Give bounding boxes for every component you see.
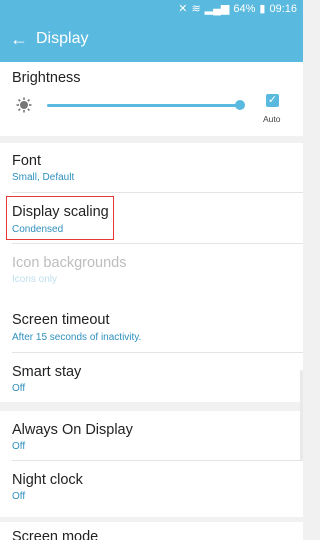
brightness-label: Brightness — [12, 70, 81, 86]
screen-mode-label: Screen mode — [12, 529, 99, 540]
smart-stay-label: Smart stay — [12, 364, 82, 380]
screen-timeout-label: Screen timeout — [12, 312, 110, 328]
divider — [12, 460, 303, 461]
smart-stay-sub: Off — [12, 383, 26, 394]
smart-stay-row[interactable]: Smart stay Off — [0, 354, 303, 402]
font-label: Font — [12, 153, 42, 169]
always-on-display-label: Always On Display — [12, 422, 133, 438]
screen-timeout-row[interactable]: Screen timeout After 15 seconds of inact… — [0, 303, 303, 351]
always-on-display-row[interactable]: Always On Display Off — [0, 411, 303, 459]
edge-panel-handle[interactable] — [300, 370, 303, 460]
icon-backgrounds-row: Icon backgrounds Icons only — [0, 245, 303, 293]
status-right: ✕ ≋ ▂▄▆ 64% ▮ 09:16 — [178, 2, 297, 16]
night-clock-sub: Off — [12, 491, 26, 502]
brightness-icon — [16, 97, 32, 113]
auto-label: Auto — [263, 114, 281, 124]
battery-percent: 64% — [233, 2, 256, 15]
night-clock-label: Night clock — [12, 472, 83, 488]
brightness-slider-track[interactable] — [47, 104, 243, 107]
page-title: Display — [36, 30, 89, 47]
signal-icon: ▂▄▆ — [204, 3, 230, 15]
always-on-display-sub: Off — [12, 441, 26, 452]
status-time: 09:16 — [269, 2, 297, 15]
battery-icon: ▮ — [259, 3, 266, 15]
screen-timeout-sub: After 15 seconds of inactivity. — [12, 332, 142, 343]
night-clock-row[interactable]: Night clock Off — [0, 462, 303, 510]
mute-icon: ✕ — [178, 3, 188, 15]
screen-mode-row[interactable]: Screen mode — [0, 522, 303, 540]
icon-backgrounds-label: Icon backgrounds — [12, 255, 127, 271]
divider — [12, 243, 303, 244]
back-arrow-icon[interactable]: ← — [8, 28, 30, 50]
divider — [12, 192, 303, 193]
wifi-icon: ≋ — [191, 3, 201, 15]
icon-backgrounds-sub: Icons only — [12, 274, 58, 285]
brightness-slider-thumb[interactable] — [235, 100, 245, 110]
font-sub: Small, Default — [12, 172, 75, 183]
selection-highlight — [6, 196, 114, 240]
auto-brightness-checkbox[interactable]: ✓ — [266, 94, 279, 107]
app-bar: ← Display — [0, 18, 303, 62]
status-bar: ✕ ≋ ▂▄▆ 64% ▮ 09:16 — [0, 0, 303, 18]
font-row[interactable]: Font Small, Default — [0, 143, 303, 191]
divider — [12, 352, 303, 353]
